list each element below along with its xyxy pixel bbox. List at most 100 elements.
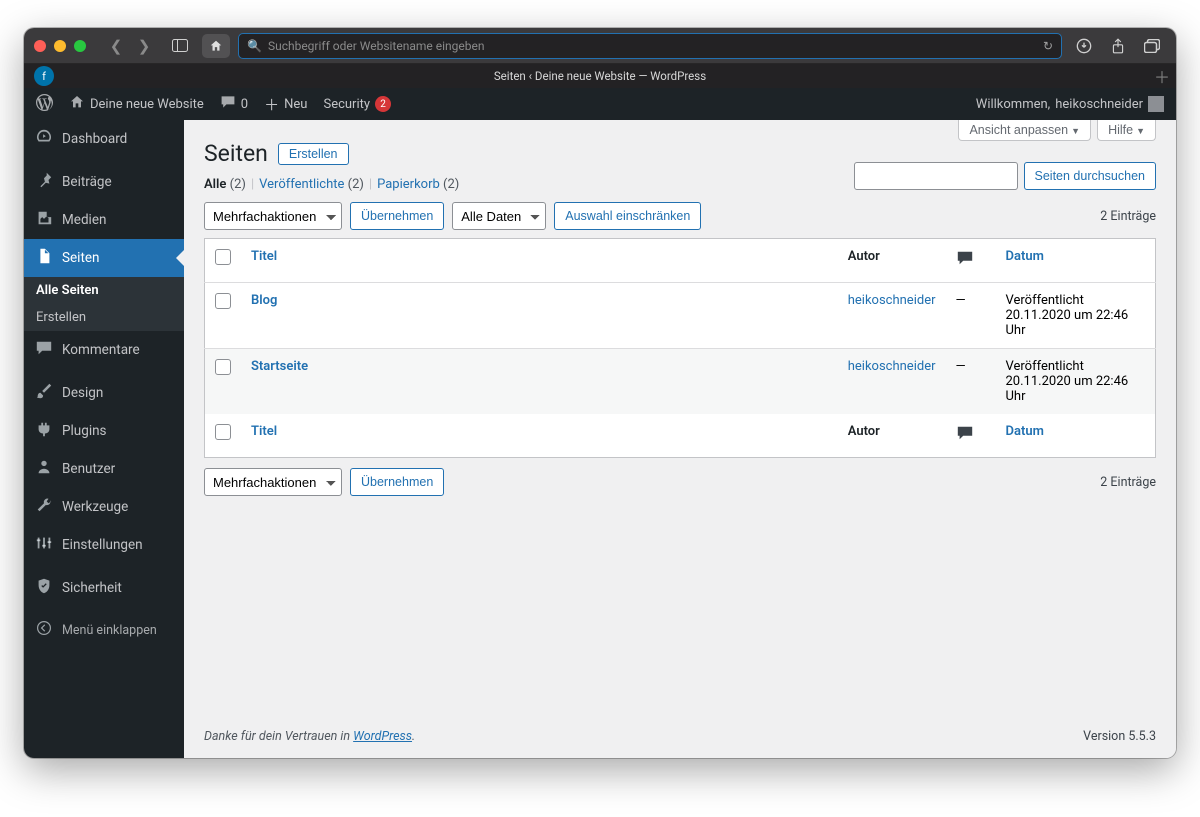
chevron-down-icon: ▼: [1136, 126, 1145, 136]
comment-column-icon-bottom[interactable]: [956, 427, 974, 447]
url-placeholder: Suchbegriff oder Websitename eingeben: [268, 39, 485, 53]
col-title-sort[interactable]: Titel: [251, 249, 277, 264]
new-tab-button[interactable]: ＋: [1154, 64, 1170, 88]
filter-published[interactable]: Veröffentlichte: [259, 177, 344, 192]
new-content-menu[interactable]: ＋ Neu: [256, 88, 315, 120]
menu-label: Werkzeuge: [62, 499, 128, 515]
select-all-checkbox[interactable]: [215, 249, 231, 265]
pin-icon: [34, 171, 54, 193]
nav-back-button[interactable]: ❮: [102, 34, 130, 58]
page-title-link[interactable]: Blog: [251, 293, 277, 308]
date-filter-select[interactable]: Alle Daten: [452, 202, 546, 230]
search-pages-button[interactable]: Seiten durchsuchen: [1024, 162, 1157, 190]
welcome-prefix: Willkommen,: [976, 97, 1050, 112]
home-icon: [69, 94, 85, 114]
maximize-window-icon[interactable]: [74, 40, 86, 52]
tablenav-top: Mehrfachaktionen Übernehmen Alle Daten A…: [204, 202, 1156, 230]
chevron-down-icon: ▼: [1071, 126, 1080, 136]
security-menu[interactable]: Security 2: [315, 88, 399, 120]
welcome-user: heikoschneider: [1055, 97, 1143, 112]
filter-trash[interactable]: Papierkorb: [377, 177, 440, 192]
comments-count: 0: [241, 97, 248, 112]
account-menu[interactable]: Willkommen, heikoschneider: [968, 88, 1172, 120]
tabs-icon[interactable]: [1138, 34, 1166, 58]
row-date: Veröffentlicht 20.11.2020 um 22:46 Uhr: [996, 349, 1156, 415]
footer-version: Version 5.5.3: [1083, 729, 1156, 744]
browser-toolbar: ❮ ❯ 🔍 Suchbegriff oder Websitename einge…: [24, 28, 1176, 64]
menu-comments[interactable]: Kommentare: [24, 331, 184, 369]
sidebar-toggle-icon[interactable]: [166, 34, 194, 58]
wordpress-logo-icon: [36, 94, 53, 115]
row-checkbox[interactable]: [215, 293, 231, 309]
menu-security[interactable]: Sicherheit: [24, 569, 184, 607]
user-icon: [34, 458, 54, 480]
row-checkbox[interactable]: [215, 359, 231, 375]
downloads-icon[interactable]: [1070, 34, 1098, 58]
nav-forward-button[interactable]: ❯: [130, 34, 158, 58]
bulk-action-select-bottom[interactable]: Mehrfachaktionen: [204, 468, 342, 496]
share-icon[interactable]: [1104, 34, 1132, 58]
menu-dashboard[interactable]: Dashboard: [24, 120, 184, 158]
page-title: Seiten: [204, 140, 268, 167]
menu-collapse[interactable]: Menü einklappen: [24, 612, 184, 648]
col-date-sort[interactable]: Datum: [1006, 249, 1044, 264]
menu-users[interactable]: Benutzer: [24, 450, 184, 488]
menu-tools[interactable]: Werkzeuge: [24, 488, 184, 526]
minimize-window-icon[interactable]: [54, 40, 66, 52]
menu-media[interactable]: Medien: [24, 201, 184, 239]
item-count-bottom: 2 Einträge: [1100, 475, 1156, 490]
add-new-page-button[interactable]: Erstellen: [278, 143, 349, 165]
wordpress-link[interactable]: WordPress: [353, 729, 412, 744]
url-bar[interactable]: 🔍 Suchbegriff oder Websitename eingeben …: [238, 33, 1062, 59]
menu-label: Dashboard: [62, 131, 127, 147]
reload-icon[interactable]: ↻: [1043, 39, 1053, 53]
plus-icon: ＋: [264, 94, 279, 115]
col-title-sort-bottom[interactable]: Titel: [251, 424, 277, 439]
menu-label: Design: [62, 385, 103, 401]
select-all-checkbox-bottom[interactable]: [215, 424, 231, 440]
menu-label: Kommentare: [62, 342, 140, 358]
search-icon: 🔍: [247, 39, 262, 53]
bulk-action-select[interactable]: Mehrfachaktionen: [204, 202, 342, 230]
security-label: Security: [323, 97, 370, 112]
submenu-all-pages[interactable]: Alle Seiten: [24, 277, 184, 304]
menu-label: Plugins: [62, 423, 107, 439]
home-button[interactable]: [202, 34, 230, 58]
pages-icon: [34, 247, 54, 269]
wp-admin-bar: Deine neue Website 0 ＋ Neu Security 2 Wi…: [24, 88, 1176, 120]
page-title-link[interactable]: Startseite: [251, 359, 308, 374]
menu-appearance[interactable]: Design: [24, 374, 184, 412]
close-window-icon[interactable]: [34, 40, 46, 52]
col-date-sort-bottom[interactable]: Datum: [1006, 424, 1044, 439]
page-author-link[interactable]: heikoschneider: [848, 359, 936, 374]
search-pages-input[interactable]: [854, 162, 1018, 190]
wp-logo-menu[interactable]: [28, 88, 61, 120]
menu-pages[interactable]: Seiten: [24, 239, 184, 277]
site-name-menu[interactable]: Deine neue Website: [61, 88, 212, 120]
comment-column-icon[interactable]: [956, 252, 974, 272]
submenu-new-page[interactable]: Erstellen: [24, 304, 184, 331]
help-button[interactable]: Hilfe▼: [1097, 120, 1156, 141]
filter-all[interactable]: Alle: [204, 177, 226, 192]
menu-settings[interactable]: Einstellungen: [24, 526, 184, 564]
comment-icon: [34, 339, 54, 361]
item-count: 2 Einträge: [1100, 209, 1156, 224]
menu-posts[interactable]: Beiträge: [24, 163, 184, 201]
browser-tab-strip: f Seiten ‹ Deine neue Website — WordPres…: [24, 64, 1176, 88]
menu-label: Beiträge: [62, 174, 112, 190]
filter-button[interactable]: Auswahl einschränken: [554, 202, 701, 230]
bulk-apply-button[interactable]: Übernehmen: [350, 202, 444, 230]
footer-thanks: Danke für dein Vertrauen in WordPress.: [204, 729, 415, 744]
screen-options-button[interactable]: Ansicht anpassen▼: [958, 120, 1091, 141]
tab-title[interactable]: Seiten ‹ Deine neue Website — WordPress: [494, 69, 706, 83]
settings-icon: [34, 534, 54, 556]
row-comments: —: [946, 349, 996, 415]
page-author-link[interactable]: heikoschneider: [848, 293, 936, 308]
menu-label: Benutzer: [62, 461, 115, 477]
comments-menu[interactable]: 0: [212, 88, 256, 120]
menu-plugins[interactable]: Plugins: [24, 412, 184, 450]
comment-icon: [220, 94, 236, 114]
bulk-apply-button-bottom[interactable]: Übernehmen: [350, 468, 444, 496]
new-label: Neu: [284, 97, 307, 112]
row-date: Veröffentlicht 20.11.2020 um 22:46 Uhr: [996, 283, 1156, 349]
